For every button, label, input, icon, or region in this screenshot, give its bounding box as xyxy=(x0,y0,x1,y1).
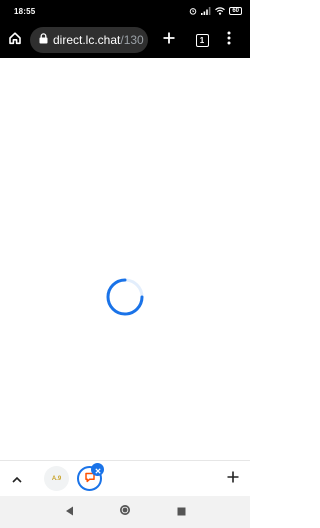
back-triangle-icon xyxy=(65,503,74,521)
tab-count: 1 xyxy=(195,33,209,47)
home-nav-button[interactable] xyxy=(117,504,133,520)
browser-toolbar: direct.lc.chat/130 1 xyxy=(0,22,250,58)
recents-button[interactable] xyxy=(173,504,189,520)
chevron-up-icon xyxy=(12,470,22,488)
signal-icon xyxy=(201,7,211,15)
tab-favicon-1[interactable]: A.9 xyxy=(44,466,69,491)
tab-switcher-button[interactable]: 1 xyxy=(190,22,214,58)
close-tab-button[interactable] xyxy=(91,463,104,476)
home-icon xyxy=(8,31,22,50)
url-host: direct.lc.chat xyxy=(53,33,121,47)
menu-dots-icon xyxy=(227,31,231,50)
tab-strip: A.9 xyxy=(0,460,250,496)
plus-icon xyxy=(227,470,239,488)
recents-square-icon xyxy=(177,503,186,521)
loading-spinner xyxy=(106,278,144,316)
wifi-icon xyxy=(215,7,226,15)
expand-tabs-button[interactable] xyxy=(8,470,26,488)
menu-button[interactable] xyxy=(214,22,244,58)
home-button[interactable] xyxy=(0,22,30,58)
close-icon xyxy=(94,461,101,479)
tab-favicon-text: A.9 xyxy=(51,475,62,482)
plus-icon xyxy=(163,31,175,49)
battery-level: 60 xyxy=(232,8,239,14)
lock-icon xyxy=(39,31,48,49)
battery-icon: 60 xyxy=(229,7,242,15)
status-bar: 18:55 60 xyxy=(0,0,250,22)
url-path: /130 xyxy=(120,33,144,47)
page-content xyxy=(0,58,250,460)
home-circle-icon xyxy=(119,503,131,521)
back-button[interactable] xyxy=(61,504,77,520)
add-tab-button[interactable] xyxy=(224,470,242,488)
new-tab-button[interactable] xyxy=(148,22,190,58)
status-time: 18:55 xyxy=(14,6,36,16)
alarm-icon xyxy=(189,7,197,15)
system-nav-bar xyxy=(0,496,250,528)
address-bar[interactable]: direct.lc.chat/130 xyxy=(30,27,148,53)
status-icons: 60 xyxy=(189,7,242,15)
